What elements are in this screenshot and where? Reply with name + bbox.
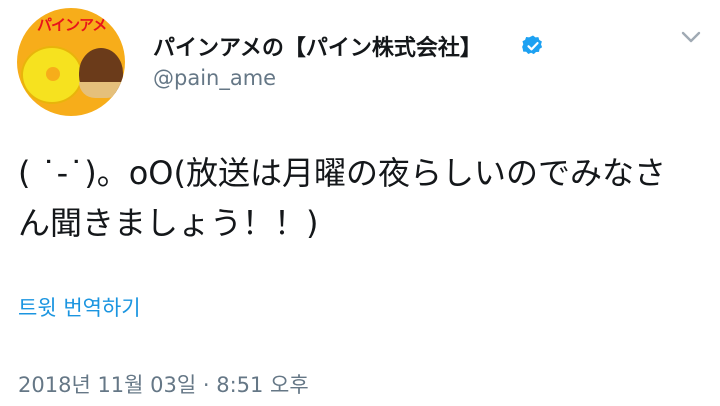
tweet-timestamp[interactable]: 2018년 11월 03일 · 8:51 오후 <box>18 369 309 399</box>
tweet-text-line: ん聞きましょう！！) <box>18 204 319 242</box>
avatar[interactable]: パインアメ <box>17 8 125 116</box>
user-handle[interactable]: @pain_ame <box>153 66 276 90</box>
avatar-logo-text: パインアメ <box>37 16 107 34</box>
donut-hole <box>46 67 60 81</box>
tweet-text: ( ˙-˙)。oO(放送は月曜の夜らしいのでみなさ ん聞きましょう！！) <box>18 148 708 248</box>
tweet-text-line: ( ˙-˙)。oO(放送は月曜の夜らしいのでみなさ <box>18 154 666 192</box>
chestnut-character <box>79 48 123 98</box>
display-name[interactable]: パインアメの【パイン株式会社】 <box>153 30 482 62</box>
translate-tweet-link[interactable]: 트윗 번역하기 <box>18 292 141 322</box>
donut-character <box>21 46 83 104</box>
chevron-down-icon[interactable] <box>680 28 702 46</box>
verified-badge-icon <box>522 35 543 55</box>
chestnut-bottom <box>79 82 123 98</box>
